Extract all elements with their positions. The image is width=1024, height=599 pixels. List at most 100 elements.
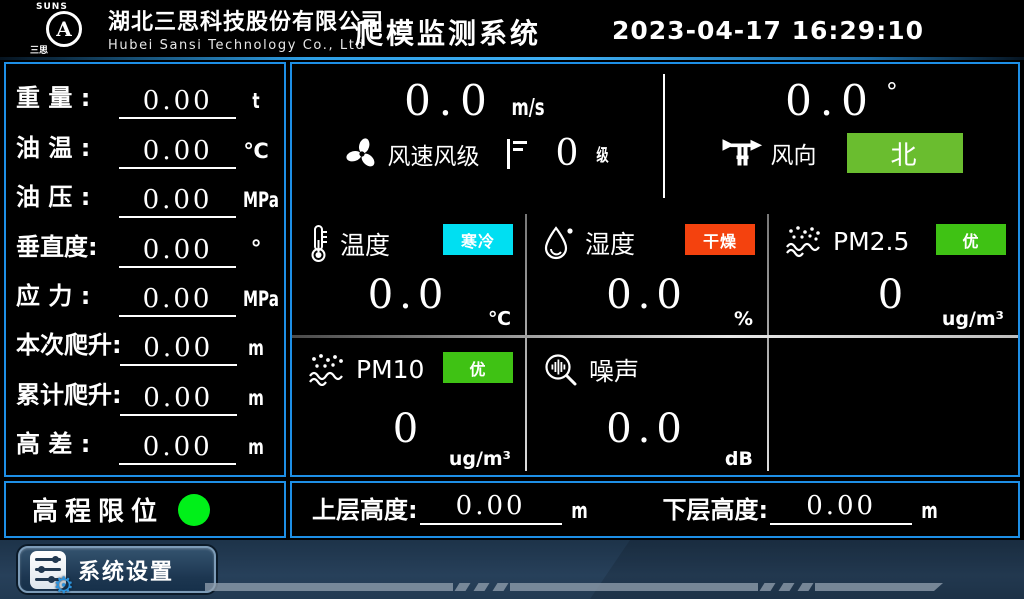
sensor-value: 0 <box>292 406 525 452</box>
wind-level-value: 0 <box>556 133 579 174</box>
lower-height-label: 下层高度: <box>663 490 769 529</box>
dust-particles-icon <box>785 224 823 258</box>
metric-value: 0.00 <box>119 235 236 268</box>
metric-value: 0.00 <box>119 86 236 119</box>
metrics-panel: 重 量 : 0.00 t 油 温 : 0.00 ℃ 油 压 : 0.00 MPa… <box>4 62 286 477</box>
metric-label: 垂直度: <box>16 227 119 268</box>
metric-row-oil-temp: 油 温 : 0.00 ℃ <box>16 119 276 168</box>
sensor-cell-temperature: 温度 寒冷 0.0 ℃ <box>292 210 525 335</box>
pm10-status-badge: 优 <box>443 352 513 383</box>
company-name: 湖北三思科技股份有限公司 Hubei Sansi Technology Co.,… <box>108 4 384 53</box>
sensor-cell-humidity: 湿度 干燥 0.0 % <box>527 210 767 335</box>
metric-label: 累计爬升: <box>16 375 120 416</box>
wind-direction-block: 0.0 ° 风向 北 <box>665 64 1018 210</box>
metric-unit: MPa <box>243 287 279 311</box>
metric-label: 应 力 : <box>16 276 119 317</box>
logo-cn-text: 三思 <box>30 43 48 56</box>
page-title: 爬模监测系统 <box>355 12 541 52</box>
wind-direction-label: 风向 <box>771 136 817 170</box>
sensor-value: 0.0 <box>527 406 767 452</box>
metric-value: 0.00 <box>119 185 236 218</box>
wind-level-flag-icon <box>504 136 530 172</box>
metric-value: 0.00 <box>120 333 237 366</box>
sensor-cell-pm25: PM2.5 优 0 ug/m³ <box>769 210 1018 335</box>
sensor-label: 温度 <box>340 226 390 262</box>
upper-height-label: 上层高度: <box>312 490 418 529</box>
humidity-drop-icon <box>543 224 575 262</box>
settings-button-label: 系统设置 <box>78 554 174 586</box>
wind-direction-value: 0.0 <box>785 76 876 125</box>
metric-unit: ℃ <box>236 139 276 169</box>
upper-height-unit: m <box>571 499 588 524</box>
sensor-label: 湿度 <box>585 225 635 261</box>
wind-speed-value: 0.0 <box>404 76 495 125</box>
sensor-grid: 温度 寒冷 0.0 ℃ 湿度 干燥 0.0 % <box>292 210 1018 475</box>
metric-row-total-climb: 累计爬升: 0.00 m <box>16 366 276 415</box>
dust-particles-icon <box>308 352 346 386</box>
pm25-status-badge: 优 <box>936 224 1006 255</box>
elevation-limit-box: 高程限位 <box>4 481 286 538</box>
sensor-label: 噪声 <box>589 352 639 388</box>
sensor-cell-pm10: PM10 优 0 ug/m³ <box>292 338 525 475</box>
thermometer-icon <box>308 224 330 264</box>
metric-row-oil-pressure: 油 压 : 0.00 MPa <box>16 169 276 218</box>
metric-value: 0.00 <box>119 284 236 317</box>
company-name-cn: 湖北三思科技股份有限公司 <box>108 4 384 36</box>
metric-value: 0.00 <box>120 383 237 416</box>
wind-section: 0.0 m/s 风速风级 <box>292 64 1018 210</box>
company-logo: SUNS A 三思 <box>28 1 106 56</box>
lower-height-value: 0.00 <box>770 491 912 525</box>
wind-speed-unit: m/s <box>511 95 544 121</box>
lower-height-unit: m <box>921 499 938 524</box>
gear-icon: ⚙ <box>53 575 74 598</box>
wind-vane-icon <box>721 136 763 170</box>
metric-label: 本次爬升: <box>16 325 120 366</box>
wind-level-unit: 级 <box>597 141 609 166</box>
sensor-unit: % <box>734 308 753 330</box>
metric-row-verticality: 垂直度: 0.00 ° <box>16 218 276 267</box>
metric-unit: m <box>248 336 264 360</box>
metric-row-height-diff: 高 差 : 0.00 m <box>16 416 276 465</box>
metric-value: 0.00 <box>119 432 236 465</box>
datetime-display: 2023-04-17 16:29:10 <box>612 16 924 45</box>
metric-label: 油 温 : <box>16 128 119 169</box>
sensor-value: 0.0 <box>527 272 767 318</box>
elevation-limit-label: 高程限位 <box>32 491 164 528</box>
footer-bar: ⚙ 系统设置 <box>0 540 1024 599</box>
temperature-status-badge: 寒冷 <box>443 224 513 255</box>
sensor-label: PM10 <box>356 355 424 384</box>
lower-height-field: 下层高度: 0.00 m <box>663 490 942 529</box>
sensor-unit: dB <box>725 448 753 470</box>
metric-value: 0.00 <box>119 136 236 169</box>
sensor-cell-noise: 噪声 0.0 dB <box>527 338 767 475</box>
wind-speed-label: 风速风级 <box>388 137 480 171</box>
humidity-status-badge: 干燥 <box>685 224 755 255</box>
system-settings-button[interactable]: ⚙ 系统设置 <box>18 546 216 593</box>
upper-height-value: 0.00 <box>420 491 562 525</box>
upper-height-field: 上层高度: 0.00 m <box>312 490 591 529</box>
metric-row-weight: 重 量 : 0.00 t <box>16 70 276 119</box>
metric-label: 高 差 : <box>16 424 119 465</box>
environment-panel: 0.0 m/s 风速风级 <box>290 62 1020 477</box>
metric-unit: MPa <box>243 188 279 212</box>
metric-label: 重 量 : <box>16 78 119 119</box>
wind-direction-button[interactable]: 北 <box>847 133 963 173</box>
header: SUNS A 三思 湖北三思科技股份有限公司 Hubei Sansi Techn… <box>0 0 1024 57</box>
fan-icon <box>344 136 380 172</box>
logo-ring-icon: A <box>46 11 82 47</box>
metric-row-stress: 应 力 : 0.00 MPa <box>16 268 276 317</box>
footer-stripes-decoration <box>205 583 943 591</box>
company-name-en: Hubei Sansi Technology Co., Ltd <box>108 38 384 53</box>
noise-meter-icon <box>543 352 579 388</box>
sensor-label: PM2.5 <box>833 227 909 256</box>
elevation-limit-status-light <box>178 494 210 526</box>
metric-unit: m <box>248 386 264 410</box>
sensor-unit: ℃ <box>488 308 511 330</box>
wind-direction-unit: ° <box>886 78 898 106</box>
metric-unit: m <box>248 435 264 459</box>
layer-height-box: 上层高度: 0.00 m 下层高度: 0.00 m <box>290 481 1020 538</box>
metric-label: 油 压 : <box>16 177 119 218</box>
sensor-unit: ug/m³ <box>942 308 1004 330</box>
metric-unit: ° <box>251 237 262 262</box>
sensor-unit: ug/m³ <box>449 448 511 470</box>
